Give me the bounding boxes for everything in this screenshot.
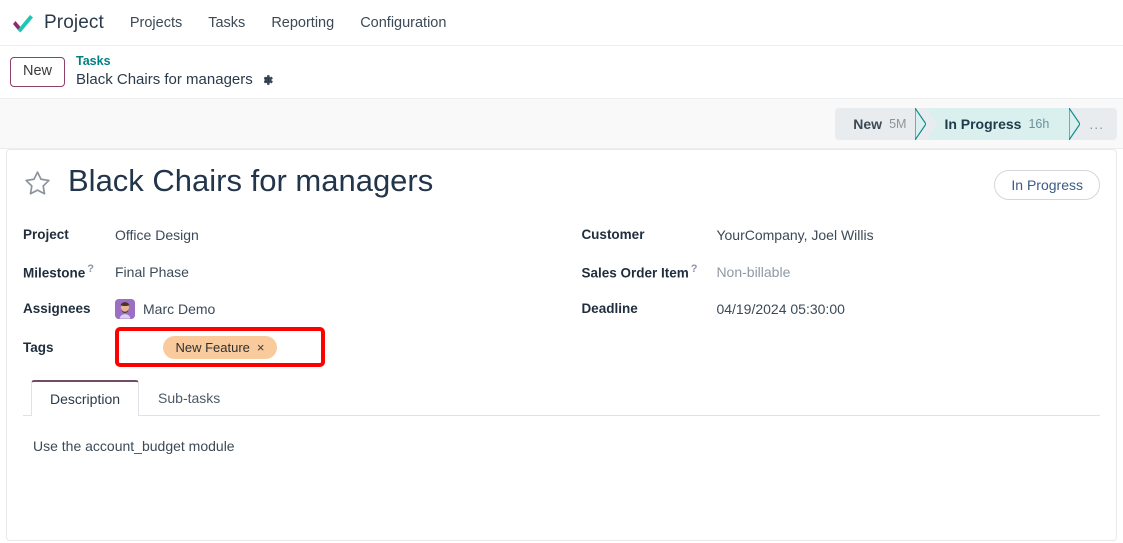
status-step-duration: 16h xyxy=(1028,116,1050,131)
field-grid: Project Office Design Milestone? Final P… xyxy=(23,216,1100,367)
help-icon[interactable]: ? xyxy=(691,263,698,275)
field-customer: Customer YourCompany, Joel Willis xyxy=(581,216,1100,253)
stage-button[interactable]: In Progress xyxy=(994,170,1100,200)
odoo-check-logo-icon[interactable] xyxy=(10,12,36,34)
page-title: Black Chairs for managers xyxy=(68,163,434,198)
field-value-project[interactable]: Office Design xyxy=(115,227,199,243)
tab-description[interactable]: Description xyxy=(31,380,140,416)
field-deadline: Deadline 04/19/2024 05:30:00 xyxy=(581,290,1100,327)
brand-name[interactable]: Project xyxy=(44,12,104,34)
tags-input-highlight[interactable]: New Feature × xyxy=(115,327,325,367)
status-chevron-icon xyxy=(1068,107,1082,140)
tag-label: New Feature xyxy=(175,339,250,355)
status-step-duration: 5M xyxy=(889,116,907,131)
field-assignees: Assignees Marc Demo xyxy=(23,290,581,327)
nav-item-tasks[interactable]: Tasks xyxy=(206,11,247,35)
notebook-tabs: Description Sub-tasks xyxy=(23,379,1100,416)
field-column-right: Customer YourCompany, Joel Willis Sales … xyxy=(581,216,1100,367)
status-step-label: New xyxy=(853,115,883,132)
control-panel: New 5M In Progress 16h ... xyxy=(0,99,1123,149)
field-sales-order-item: Sales Order Item? Non-billable xyxy=(581,253,1100,290)
help-icon[interactable]: ? xyxy=(87,263,94,275)
field-column-left: Project Office Design Milestone? Final P… xyxy=(23,216,581,367)
gear-icon[interactable] xyxy=(260,73,274,87)
description-content[interactable]: Use the account_budget module xyxy=(23,416,1100,476)
avatar xyxy=(115,298,135,319)
record-title-line: Black Chairs for managers xyxy=(23,163,434,198)
field-label: Deadline xyxy=(581,301,638,316)
status-chevron-left-icon xyxy=(914,107,928,140)
tag-remove-icon[interactable]: × xyxy=(257,340,265,355)
field-value-customer[interactable]: YourCompany, Joel Willis xyxy=(716,227,873,243)
sheet-header: Black Chairs for managers In Progress xyxy=(23,163,1100,200)
field-value-milestone[interactable]: Final Phase xyxy=(115,264,189,280)
breadcrumb: Tasks Black Chairs for managers xyxy=(76,54,274,89)
field-label: Sales Order Item? xyxy=(581,262,698,281)
form-sheet-wrapper: Black Chairs for managers In Progress Pr… xyxy=(0,149,1123,541)
new-record-button[interactable]: New xyxy=(10,57,66,87)
nav-item-configuration[interactable]: Configuration xyxy=(358,11,448,35)
nav-item-projects[interactable]: Projects xyxy=(128,11,184,35)
form-sheet: Black Chairs for managers In Progress Pr… xyxy=(6,149,1117,541)
field-label: Milestone? xyxy=(23,262,94,281)
tab-sub-tasks[interactable]: Sub-tasks xyxy=(139,380,239,416)
status-step-label: In Progress xyxy=(944,115,1022,132)
notebook: Description Sub-tasks Use the account_bu… xyxy=(23,379,1100,476)
field-value-deadline[interactable]: 04/19/2024 05:30:00 xyxy=(716,301,844,317)
field-label: Tags xyxy=(23,339,54,355)
assignee-name: Marc Demo xyxy=(143,300,216,317)
field-tags: Tags New Feature × xyxy=(23,327,581,367)
field-label: Customer xyxy=(581,227,645,242)
nav-item-reporting[interactable]: Reporting xyxy=(269,11,336,35)
status-bar: New 5M In Progress 16h ... xyxy=(835,107,1117,140)
breadcrumb-current-record: Black Chairs for managers xyxy=(76,71,253,89)
breadcrumb-current-line: Black Chairs for managers xyxy=(76,70,274,90)
field-value-assignees[interactable]: Marc Demo xyxy=(115,298,216,319)
breadcrumb-bar: New Tasks Black Chairs for managers xyxy=(0,46,1123,99)
field-value-sales-order-item[interactable]: Non-billable xyxy=(716,264,790,280)
status-step-in-progress[interactable]: In Progress 16h xyxy=(914,107,1082,140)
status-chevron-icon xyxy=(926,107,938,140)
field-milestone: Milestone? Final Phase xyxy=(23,253,581,290)
star-outline-icon[interactable] xyxy=(23,169,52,198)
field-label: Assignees xyxy=(23,301,91,316)
tag-chip-new-feature[interactable]: New Feature × xyxy=(163,335,277,359)
breadcrumb-parent-tasks[interactable]: Tasks xyxy=(76,54,274,70)
field-project: Project Office Design xyxy=(23,216,581,253)
status-step-new[interactable]: New 5M xyxy=(835,107,938,140)
top-navbar: Project Projects Tasks Reporting Configu… xyxy=(0,0,1123,46)
field-label: Project xyxy=(23,227,69,242)
